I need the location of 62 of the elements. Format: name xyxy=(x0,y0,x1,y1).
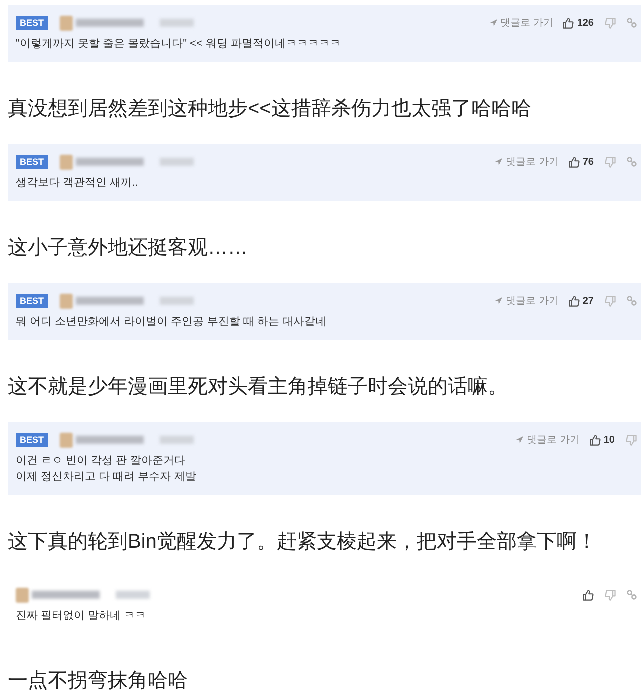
thumbs-down-icon xyxy=(605,296,616,306)
like-button[interactable] xyxy=(583,590,594,600)
dislike-button[interactable] xyxy=(605,296,616,306)
comment-text: 진짜 필터없이 말하네 ㅋㅋ xyxy=(16,609,148,624)
blurred-name-block xyxy=(32,591,100,599)
blurred-name-block xyxy=(76,297,144,305)
link-icon xyxy=(627,296,637,306)
like-button[interactable]: 126 xyxy=(563,16,594,30)
thumbs-down-icon xyxy=(626,434,637,446)
arrow-icon xyxy=(495,297,504,305)
link-icon xyxy=(627,18,637,28)
blurred-name-block xyxy=(76,436,144,444)
blurred-info-block xyxy=(160,19,194,27)
thumbs-up-icon xyxy=(590,434,601,446)
share-button[interactable] xyxy=(627,590,637,600)
avatar-placeholder xyxy=(60,432,74,448)
share-button[interactable] xyxy=(627,18,637,28)
dislike-button[interactable] xyxy=(605,590,616,600)
dislike-button[interactable] xyxy=(605,18,616,28)
blurred-name-block xyxy=(76,158,144,166)
blurred-info-block xyxy=(116,591,150,599)
avatar-placeholder xyxy=(60,154,74,170)
blurred-name-block xyxy=(76,19,144,27)
like-button[interactable]: 10 xyxy=(590,432,615,448)
dislike-button[interactable] xyxy=(605,156,616,168)
translation-text: 真没想到居然差到这种地步<<这措辞杀伤力也太强了哈哈哈 xyxy=(8,97,532,122)
best-badge: BEST xyxy=(16,294,48,308)
thumbs-up-icon xyxy=(563,18,574,28)
thumbs-down-icon xyxy=(605,156,616,168)
avatar-placeholder xyxy=(16,588,29,602)
comment-text: "이렇게까지 못할 줄은 몰랐습니다" << 워딩 파멸적이네ㅋㅋㅋㅋㅋ xyxy=(16,37,342,52)
like-button[interactable]: 76 xyxy=(568,154,594,170)
share-button[interactable] xyxy=(627,296,637,306)
thumbs-up-icon xyxy=(568,156,580,168)
arrow-icon xyxy=(495,158,504,166)
link-icon xyxy=(627,590,637,600)
comment-text: 생각보다 객관적인 새끼.. xyxy=(16,176,140,191)
best-badge: BEST xyxy=(16,155,48,169)
comment-text: 뭐 어디 소년만화에서 라이벌이 주인공 부진할 때 하는 대사같네 xyxy=(16,315,328,330)
dislike-button[interactable] xyxy=(626,434,637,446)
translation-text: 这小子意外地还挺客观…… xyxy=(8,236,249,261)
blurred-info-block xyxy=(160,297,194,305)
thumbs-down-icon xyxy=(605,18,616,28)
like-button[interactable]: 27 xyxy=(568,294,594,308)
avatar-placeholder xyxy=(60,16,74,30)
arrow-icon xyxy=(516,436,524,444)
thumbs-up-icon xyxy=(583,590,594,600)
thumbs-down-icon xyxy=(605,590,616,600)
blurred-info-block xyxy=(160,436,194,444)
comment-text: 이건 ㄹㅇ 빈이 각성 판 깔아준거다 xyxy=(16,454,186,469)
comment-text: 이제 정신차리고 다 때려 부수자 제발 xyxy=(16,470,198,485)
thumbs-up-icon xyxy=(568,296,580,306)
link-icon xyxy=(627,157,637,167)
share-button[interactable] xyxy=(627,157,637,167)
translation-text: 这下真的轮到Bin觉醒发力了。赶紧支棱起来，把对手全部拿下啊！ xyxy=(8,530,598,555)
translation-text: 一点不拐弯抹角哈哈 xyxy=(8,669,189,694)
blurred-info-block xyxy=(160,158,194,166)
best-badge: BEST xyxy=(16,16,48,30)
avatar-placeholder xyxy=(60,294,74,308)
arrow-icon xyxy=(490,19,498,27)
translation-text: 这不就是少年漫画里死对头看主角掉链子时会说的话嘛。 xyxy=(8,375,509,400)
best-badge: BEST xyxy=(16,433,48,447)
